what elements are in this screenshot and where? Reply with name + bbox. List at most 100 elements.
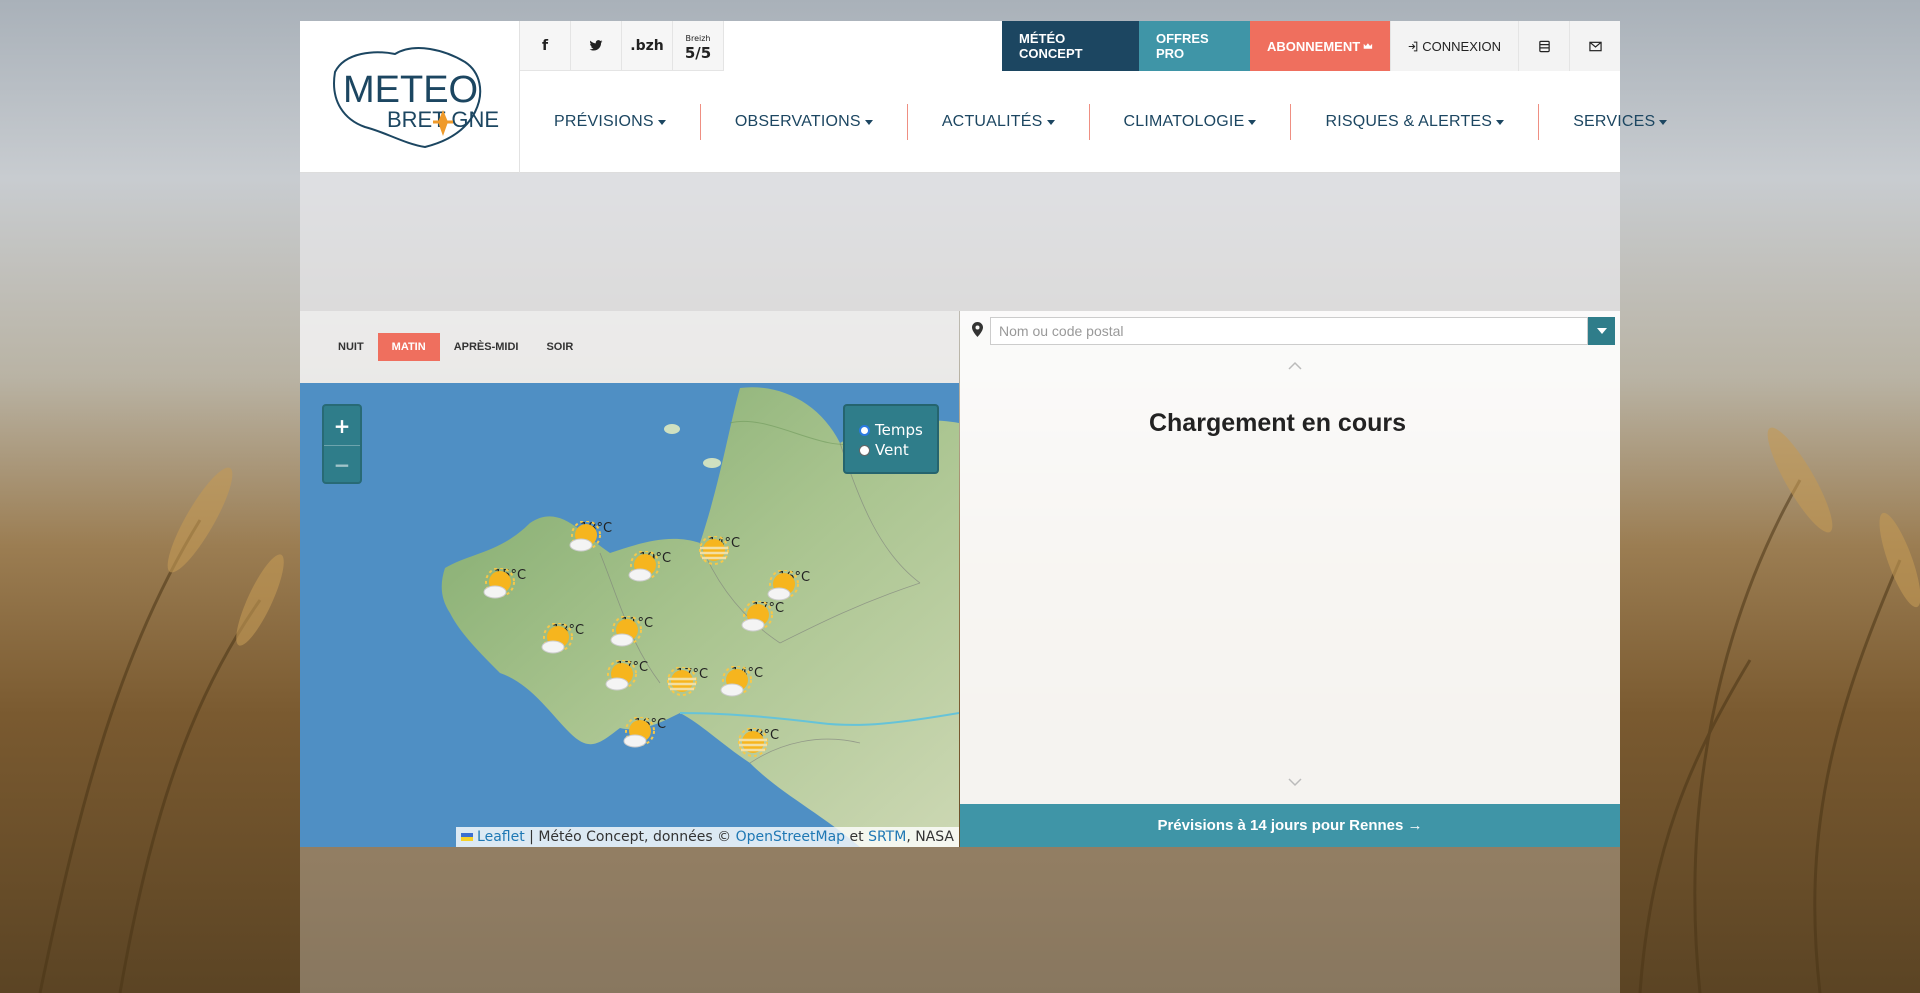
- abonnement-link[interactable]: ABONNEMENT: [1250, 21, 1390, 71]
- weather-station-marker[interactable]: 11°C: [607, 616, 667, 647]
- connexion-link[interactable]: CONNEXION: [1390, 21, 1518, 71]
- sun-cloud-icon: [628, 551, 660, 582]
- breizh-badge-label: 5/5: [684, 43, 712, 62]
- caret-down-icon: [1046, 119, 1055, 125]
- weather-map[interactable]: + − Temps Vent 18°C 15°C 19°C 14°C 16°C 17°C 1…: [300, 383, 959, 847]
- sun-cloud-icon: [741, 601, 773, 632]
- nav-actualites-label: ACTUALITÉS: [941, 113, 1043, 130]
- city-search-input[interactable]: Nom ou code postal: [990, 317, 1588, 345]
- ukraine-flag-icon: [460, 833, 473, 841]
- attribution-text-3: , NASA: [906, 829, 954, 845]
- tab-nuit[interactable]: NUIT: [324, 333, 378, 361]
- sun-cloud-icon: [610, 616, 642, 647]
- bzh-icon[interactable]: .bzh: [622, 21, 673, 71]
- mail-icon[interactable]: [1569, 21, 1620, 71]
- sun-cloud-icon: [541, 623, 573, 654]
- sun-haze-icon: [699, 536, 729, 565]
- archive-icon[interactable]: [1518, 21, 1569, 71]
- sun-cloud-icon: [569, 521, 601, 552]
- tab-matin[interactable]: MATIN: [377, 333, 440, 361]
- map-pin-icon: [972, 321, 990, 341]
- nav-climatologie[interactable]: CLIMATOLOGIE: [1090, 104, 1292, 140]
- site-container: METEO BRET GNE f .bzh Breizh 5/5 MÉTÉO C…: [300, 21, 1668, 993]
- nav-previsions-label: PRÉVISIONS: [554, 113, 654, 130]
- sun-cloud-icon: [623, 717, 655, 748]
- tab-soir[interactable]: SOIR: [532, 333, 587, 361]
- top-bar: MÉTÉO CONCEPT OFFRES PRO ABONNEMENT CONN…: [1002, 21, 1620, 71]
- nav-risques-alertes[interactable]: RISQUES & ALERTES: [1291, 104, 1540, 140]
- zoom-out-button[interactable]: −: [324, 445, 360, 484]
- crown-icon: [1363, 43, 1373, 49]
- nav-risques-alertes-label: RISQUES & ALERTES: [1325, 113, 1493, 130]
- layer-temps-label: Temps: [875, 421, 923, 439]
- sun-cloud-icon: [605, 660, 637, 691]
- nav-climatologie-label: CLIMATOLOGIE: [1123, 113, 1245, 130]
- main-nav: PRÉVISIONS OBSERVATIONS ACTUALITÉS CLIMA…: [520, 71, 1668, 173]
- caret-down-icon: [1248, 119, 1257, 125]
- sun-cloud-icon: [483, 568, 515, 599]
- weather-station-marker[interactable]: 17°C: [662, 667, 722, 696]
- caret-down-icon: [864, 119, 873, 125]
- sun-cloud-icon: [720, 666, 752, 697]
- osm-link[interactable]: OpenStreetMap: [736, 829, 845, 845]
- nav-observations[interactable]: OBSERVATIONS: [701, 104, 908, 140]
- nav-actualites[interactable]: ACTUALITÉS: [908, 104, 1090, 140]
- abonnement-label: ABONNEMENT: [1267, 38, 1361, 54]
- nav-services-label: SERVICES: [1573, 113, 1656, 130]
- login-icon: [1408, 41, 1418, 51]
- weather-station-marker[interactable]: 16°C: [620, 717, 680, 748]
- loading-message: Chargement en cours: [1148, 409, 1406, 437]
- facebook-icon[interactable]: f: [520, 21, 571, 71]
- twitter-icon[interactable]: [571, 21, 622, 71]
- radio-selected-icon: [859, 424, 870, 436]
- weather-station-marker[interactable]: 14°C: [694, 536, 754, 565]
- sun-haze-icon: [667, 667, 697, 696]
- caret-down-icon: [657, 119, 666, 125]
- srtm-link[interactable]: SRTM: [868, 829, 906, 845]
- weather-station-marker[interactable]: 18°C: [733, 728, 793, 757]
- meteo-concept-link[interactable]: MÉTÉO CONCEPT: [1002, 21, 1139, 71]
- attribution-text-2: et: [849, 829, 864, 845]
- radio-icon: [859, 444, 870, 456]
- nav-services[interactable]: SERVICES: [1539, 104, 1701, 140]
- layer-vent-option[interactable]: Vent: [859, 440, 937, 460]
- chevron-down-icon: [1596, 328, 1607, 334]
- connexion-label: CONNEXION: [1422, 38, 1501, 54]
- weather-station-marker[interactable]: 14°C: [717, 666, 777, 697]
- tab-apres-midi[interactable]: APRÈS-MIDI: [440, 333, 533, 361]
- caret-down-icon: [1659, 119, 1668, 125]
- nav-previsions[interactable]: PRÉVISIONS: [520, 104, 701, 140]
- zoom-in-button[interactable]: +: [324, 406, 360, 445]
- city-dropdown-button[interactable]: [1588, 317, 1615, 345]
- brittany-map-logo-icon: METEO BRET GNE: [332, 47, 499, 149]
- lower-content-area: [300, 847, 1620, 993]
- weather-station-marker[interactable]: 18°C: [566, 521, 626, 552]
- social-links: f .bzh Breizh 5/5: [520, 21, 724, 71]
- logo-text-meteo: METEO: [343, 69, 478, 111]
- site-logo[interactable]: METEO BRET GNE: [300, 21, 520, 173]
- breizh-badge-icon[interactable]: Breizh 5/5: [673, 21, 724, 71]
- offres-pro-link[interactable]: OFFRES PRO: [1139, 21, 1250, 71]
- layer-switcher: Temps Vent: [843, 404, 939, 474]
- weather-station-marker[interactable]: 16°C: [764, 570, 824, 601]
- forecast-14-days-button[interactable]: Prévisions à 14 jours pour Rennes →: [960, 804, 1620, 847]
- caret-down-icon: [1496, 119, 1505, 125]
- weather-station-marker[interactable]: 17°C: [738, 601, 798, 632]
- sun-haze-icon: [738, 728, 768, 757]
- site-header: METEO BRET GNE f .bzh Breizh 5/5 MÉTÉO C…: [300, 21, 1668, 173]
- layer-temps-option[interactable]: Temps: [859, 420, 937, 440]
- weather-station-marker[interactable]: 15°C: [480, 568, 540, 599]
- leaflet-link[interactable]: Leaflet: [477, 829, 525, 845]
- chevron-down-icon[interactable]: [1288, 775, 1302, 789]
- weather-station-marker[interactable]: 17°C: [602, 660, 662, 691]
- weather-station-marker[interactable]: 13°C: [538, 623, 598, 654]
- map-attribution: Leaflet | Météo Concept, données © OpenS…: [455, 827, 959, 847]
- layer-vent-label: Vent: [875, 441, 909, 459]
- city-forecast-panel: Nom ou code postal Chargement en cours: [960, 311, 1620, 804]
- ad-banner-area: [300, 173, 1620, 311]
- chevron-up-icon[interactable]: [1288, 359, 1302, 373]
- weather-station-marker[interactable]: 19°C: [625, 551, 685, 582]
- attribution-text-1: | Météo Concept, données ©: [529, 829, 732, 845]
- sun-cloud-icon: [767, 570, 799, 601]
- zoom-control: + −: [322, 404, 362, 484]
